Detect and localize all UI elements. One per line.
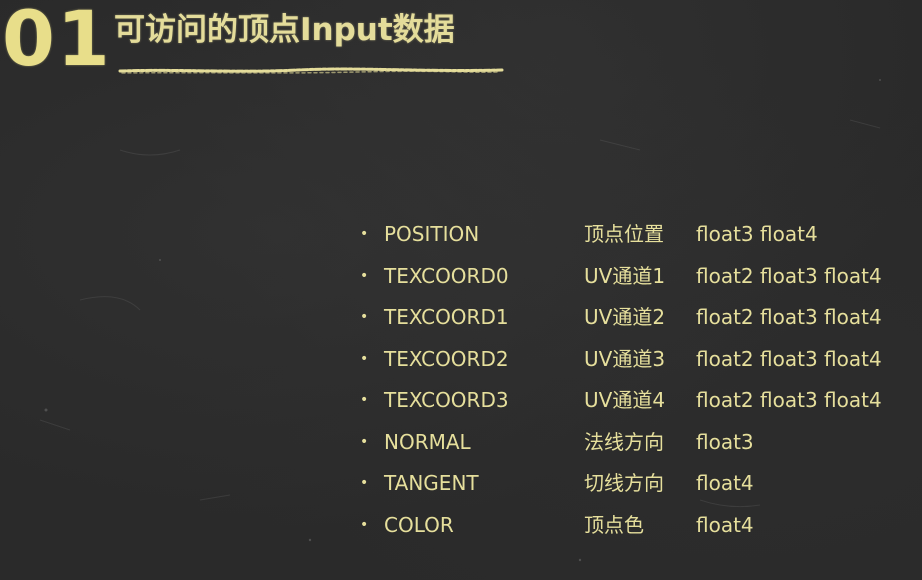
semantic-name: TEXCOORD1 [384,305,509,329]
list-item: • TEXCOORD3 UV通道4 float2 float3 float4 [360,380,910,422]
data-types: float2 float3 float4 [696,305,882,329]
semantic-meaning: 切线方向 [584,471,664,495]
slide-header: 01 可访问的顶点Input数据 [0,0,922,90]
list-item: • POSITION 顶点位置 float3 float4 [360,214,910,256]
bullet-icon: • [360,433,369,450]
bullet-icon: • [360,392,369,408]
list-item: • NORMAL 法线方向 float3 [360,422,910,464]
data-types: float2 float3 float4 [696,346,882,371]
bullet-icon: • [360,475,369,491]
bullet-icon: • [360,350,369,367]
semantic-meaning: UV通道2 [584,305,666,329]
slide-number: 01 [2,0,112,83]
semantic-name: TANGENT [384,471,479,495]
semantic-name: NORMAL [384,429,471,454]
semantic-meaning: 顶点色 [584,512,644,537]
list-item: • COLOR 顶点色 float4 [360,505,910,547]
list-item: • TEXCOORD0 UV通道1 float2 float3 float4 [360,256,910,298]
data-types: float4 [696,471,754,495]
bullet-icon: • [360,309,369,325]
semantic-name: POSITION [384,222,480,246]
vertex-input-list: • POSITION 顶点位置 float3 float4 • TEXCOORD0 UV通道… [360,214,910,546]
list-item: • TEXCOORD1 UV通道2 float2 float3 float4 [360,297,910,339]
semantic-name: TEXCOORD0 [384,263,509,288]
semantic-name: COLOR [384,512,454,537]
data-types: float2 float3 float4 [696,263,882,288]
bullet-icon: • [360,226,369,242]
slide-title: 可访问的顶点Input数据 [114,12,455,48]
semantic-meaning: UV通道1 [584,263,666,288]
list-item: • TANGENT 切线方向 float4 [360,463,910,505]
semantic-name: TEXCOORD3 [384,388,509,412]
data-types: float2 float3 float4 [696,388,882,412]
bullet-icon: • [360,516,369,533]
list-item: • TEXCOORD2 UV通道3 float2 float3 float4 [360,339,910,381]
semantic-name: TEXCOORD2 [384,346,509,371]
chalk-underline [118,67,504,74]
semantic-meaning: UV通道4 [584,388,666,412]
data-types: float3 float4 [696,222,818,246]
bullet-icon: • [360,267,369,284]
data-types: float3 [696,429,754,454]
semantic-meaning: UV通道3 [584,346,666,371]
semantic-meaning: 法线方向 [584,429,664,454]
semantic-meaning: 顶点位置 [584,222,664,246]
data-types: float4 [696,512,754,537]
